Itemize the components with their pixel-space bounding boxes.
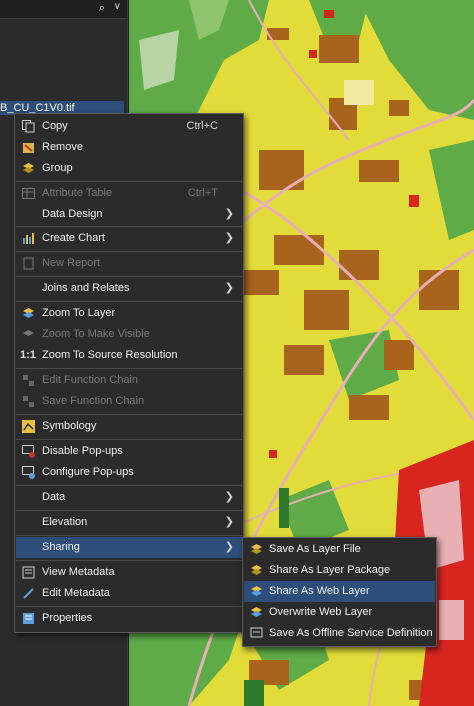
group-layers-icon bbox=[21, 161, 35, 175]
menu-item-copy[interactable]: Copy Ctrl+C bbox=[16, 116, 242, 137]
separator bbox=[16, 368, 242, 369]
menu-item-configure-popups[interactable]: Configure Pop-ups bbox=[16, 462, 242, 483]
separator bbox=[16, 510, 242, 511]
menu-item-attribute-table[interactable]: Attribute Table Ctrl+T bbox=[16, 183, 242, 204]
chevron-right-icon: ❯ bbox=[224, 516, 234, 528]
search-icon[interactable]: ⌕ bbox=[99, 2, 105, 15]
menu-item-view-metadata[interactable]: View Metadata bbox=[16, 562, 242, 583]
separator bbox=[16, 181, 242, 182]
chevron-right-icon: ❯ bbox=[224, 491, 234, 503]
report-icon bbox=[21, 256, 35, 270]
menu-item-edit-metadata[interactable]: Edit Metadata bbox=[16, 583, 242, 604]
overwrite-web-layer-icon bbox=[250, 605, 264, 619]
separator bbox=[16, 276, 242, 277]
chevron-right-icon: ❯ bbox=[224, 208, 234, 220]
sharing-submenu: Save As Layer File Share As Layer Packag… bbox=[242, 537, 437, 647]
submenu-item-overwrite-web-layer[interactable]: Overwrite Web Layer bbox=[244, 602, 435, 623]
menu-item-data[interactable]: Data ❯ bbox=[16, 487, 242, 508]
menu-item-sharing[interactable]: Sharing ❯ bbox=[16, 537, 242, 558]
zoom-to-layer-icon bbox=[21, 306, 35, 320]
menu-item-zoom-to-source-resolution[interactable]: 1:1 Zoom To Source Resolution bbox=[16, 345, 242, 366]
menu-item-elevation[interactable]: Elevation ❯ bbox=[16, 512, 242, 533]
chevron-right-icon: ❯ bbox=[224, 232, 234, 244]
separator bbox=[16, 439, 242, 440]
copy-icon bbox=[21, 119, 35, 133]
separator bbox=[16, 301, 242, 302]
function-chain-icon bbox=[21, 373, 35, 387]
menu-item-joins-and-relates[interactable]: Joins and Relates ❯ bbox=[16, 278, 242, 299]
context-menu: Copy Ctrl+C Remove Group Attribute Table… bbox=[14, 113, 244, 633]
configure-popups-icon bbox=[21, 465, 35, 479]
menu-item-data-design[interactable]: Data Design ❯ bbox=[16, 204, 242, 225]
disable-popups-icon bbox=[21, 444, 35, 458]
submenu-item-share-as-web-layer[interactable]: Share As Web Layer bbox=[244, 581, 435, 602]
chevron-right-icon: ❯ bbox=[224, 282, 234, 294]
properties-icon bbox=[21, 611, 35, 625]
chart-icon bbox=[21, 231, 35, 245]
submenu-item-save-as-layer-file[interactable]: Save As Layer File bbox=[244, 539, 435, 560]
menu-item-create-chart[interactable]: Create Chart ❯ bbox=[16, 228, 242, 249]
menu-item-remove[interactable]: Remove bbox=[16, 137, 242, 158]
separator bbox=[16, 606, 242, 607]
menu-item-edit-function-chain[interactable]: Edit Function Chain bbox=[16, 370, 242, 391]
separator bbox=[16, 414, 242, 415]
edit-metadata-icon bbox=[21, 586, 35, 600]
web-layer-icon bbox=[250, 584, 264, 598]
save-function-icon bbox=[21, 394, 35, 408]
submenu-item-share-as-layer-package[interactable]: Share As Layer Package bbox=[244, 560, 435, 581]
separator bbox=[16, 535, 242, 536]
one-to-one-icon: 1:1 bbox=[20, 349, 36, 361]
view-metadata-icon bbox=[21, 565, 35, 579]
symbology-icon bbox=[21, 419, 35, 433]
menu-item-group[interactable]: Group bbox=[16, 158, 242, 179]
separator bbox=[16, 251, 242, 252]
menu-item-save-function-chain[interactable]: Save Function Chain bbox=[16, 391, 242, 412]
chevron-right-icon: ❯ bbox=[224, 541, 234, 553]
submenu-item-save-as-offline-service-definition[interactable]: Save As Offline Service Definition bbox=[244, 623, 435, 644]
table-icon bbox=[21, 186, 35, 200]
zoom-visible-icon bbox=[21, 327, 35, 341]
menu-item-zoom-to-layer[interactable]: Zoom To Layer bbox=[16, 303, 242, 324]
chevron-down-icon[interactable]: ∨ bbox=[114, 1, 121, 12]
menu-item-properties[interactable]: Properties bbox=[16, 608, 242, 629]
service-definition-icon bbox=[250, 626, 264, 640]
separator bbox=[16, 560, 242, 561]
menu-item-symbology[interactable]: Symbology bbox=[16, 416, 242, 437]
layer-package-icon bbox=[250, 563, 264, 577]
separator bbox=[16, 485, 242, 486]
menu-item-zoom-to-make-visible[interactable]: Zoom To Make Visible bbox=[16, 324, 242, 345]
separator bbox=[16, 226, 242, 227]
contents-search-bar[interactable]: ⌕ ∨ bbox=[0, 0, 127, 19]
menu-item-disable-popups[interactable]: Disable Pop-ups bbox=[16, 441, 242, 462]
menu-item-new-report[interactable]: New Report bbox=[16, 253, 242, 274]
layer-file-icon bbox=[250, 542, 264, 556]
remove-icon bbox=[21, 140, 35, 154]
